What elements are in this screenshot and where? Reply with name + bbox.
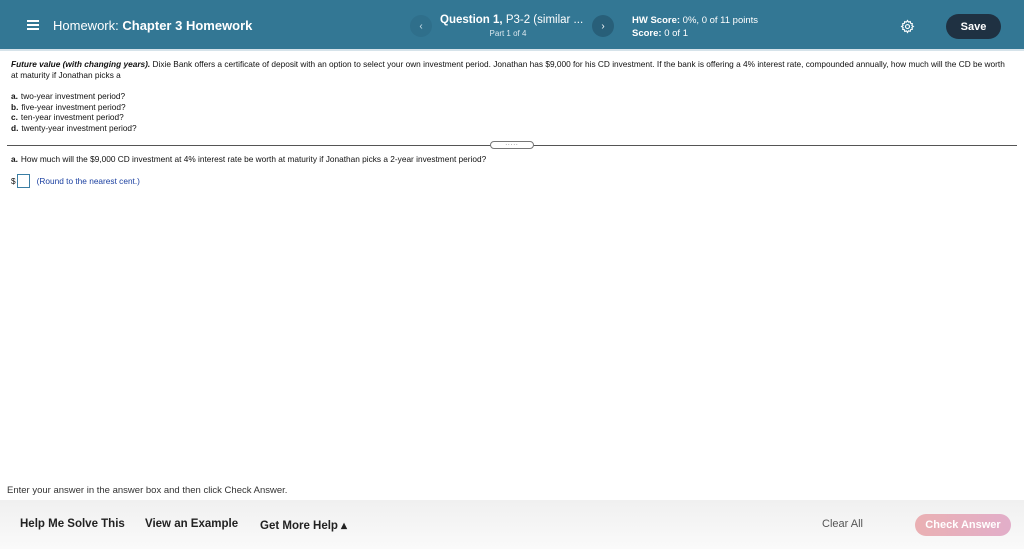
question-score: Score: 0 of 1	[632, 28, 688, 39]
sub-question-letter: a.	[11, 154, 18, 164]
part-text: ten-year investment period?	[20, 112, 124, 122]
problem-title: Future value (with changing years).	[11, 59, 151, 69]
problem-text: Dixie Bank offers a certificate of depos…	[11, 59, 1005, 80]
problem-part: a. two-year investment period?	[11, 91, 1011, 102]
pane-resize-handle[interactable]: .....	[490, 141, 534, 149]
part-letter: d.	[11, 122, 19, 133]
gear-icon[interactable]	[900, 19, 915, 34]
check-answer-button[interactable]: Check Answer	[915, 514, 1011, 536]
instructions-text: Enter your answer in the answer box and …	[7, 485, 288, 496]
part-text: twenty-year investment period?	[21, 122, 137, 133]
part-letter: a.	[11, 91, 18, 101]
problem-part: d. twenty-year investment period?	[11, 123, 1011, 134]
part-letter: b.	[11, 101, 19, 112]
problem-parts-list: a. two-year investment period? b. five-yea…	[11, 91, 1011, 133]
question-name: P3-2 (similar ...	[502, 14, 584, 26]
save-button[interactable]: Save	[946, 14, 1001, 39]
top-bar: Homework: Chapter 3 Homework ‹ Question …	[0, 0, 1024, 51]
sub-question-text: How much will the $9,000 CD investment a…	[20, 154, 487, 164]
next-question-button[interactable]: ›	[592, 15, 614, 37]
answer-row: $ (Round to the nearest cent.)	[11, 174, 140, 188]
homework-prefix: Homework:	[53, 18, 119, 33]
rounding-hint: (Round to the nearest cent.)	[36, 176, 140, 186]
homework-title: Homework: Chapter 3 Homework	[53, 18, 252, 33]
part-letter: c.	[11, 112, 18, 122]
hw-score-label: HW Score:	[632, 15, 681, 26]
question-number: Question 1,	[440, 14, 503, 26]
get-more-help-button[interactable]: Get More Help ▴	[260, 518, 347, 532]
answer-input[interactable]	[16, 174, 30, 188]
homework-name: Chapter 3 Homework	[122, 18, 253, 33]
hamburger-menu-icon[interactable]	[27, 20, 39, 30]
problem-statement: Future value (with changing years). Dixi…	[11, 59, 1011, 133]
problem-part: c. ten-year investment period?	[11, 112, 1011, 123]
chevron-right-icon: ›	[601, 20, 605, 32]
previous-question-button[interactable]: ‹	[410, 15, 432, 37]
clear-all-button[interactable]: Clear All	[822, 518, 863, 530]
sub-question: a. How much will the $9,000 CD investment…	[11, 154, 486, 164]
score-label: Score:	[632, 28, 662, 39]
part-text: two-year investment period?	[20, 91, 126, 101]
hw-score: HW Score: 0%, 0 of 11 points	[632, 15, 758, 26]
problem-part: b. five-year investment period?	[11, 102, 1011, 113]
hw-score-value: 0%, 0 of 11 points	[680, 15, 759, 26]
dollar-sign: $	[11, 176, 16, 186]
chevron-left-icon: ‹	[419, 20, 423, 32]
part-text: five-year investment period?	[21, 101, 126, 112]
problem-intro: Future value (with changing years). Dixi…	[11, 59, 1011, 80]
question-title: Question 1, P3-2 (similar ...	[440, 14, 588, 26]
score-value: 0 of 1	[661, 28, 688, 39]
help-me-solve-button[interactable]: Help Me Solve This	[20, 518, 125, 530]
view-example-button[interactable]: View an Example	[145, 518, 238, 530]
question-part: Part 1 of 4	[489, 29, 527, 38]
